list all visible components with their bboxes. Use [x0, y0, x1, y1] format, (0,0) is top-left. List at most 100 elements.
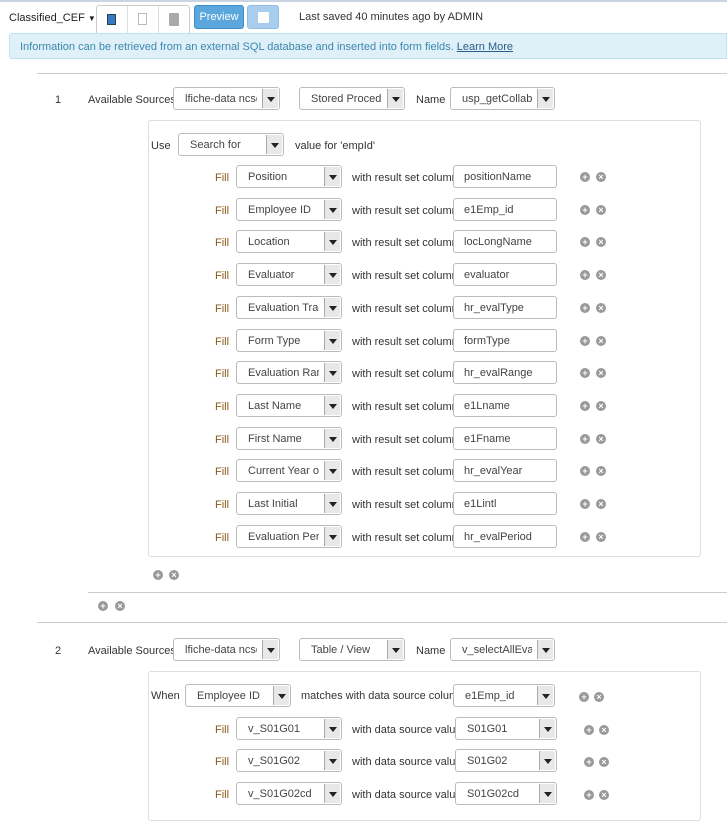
chevron-down-icon — [537, 89, 553, 108]
when-field-select[interactable]: Employee ID — [185, 684, 291, 707]
with-result-label: with result set column — [352, 172, 458, 184]
fill-label: Fill — [215, 368, 230, 381]
add-icon[interactable]: + — [153, 570, 163, 580]
section-1-name-select[interactable]: usp_getCollabGr — [450, 87, 555, 110]
add-icon[interactable]: + — [580, 531, 590, 542]
remove-icon[interactable]: × — [596, 335, 606, 346]
fill-field-select[interactable]: Location — [236, 230, 342, 254]
result-column-input[interactable]: locLongName — [453, 230, 557, 254]
result-column-input[interactable]: hr_evalPeriod — [453, 524, 557, 548]
chevron-down-icon — [324, 526, 340, 546]
remove-icon[interactable]: × — [596, 204, 606, 215]
with-result-label: with result set column — [352, 335, 458, 348]
result-column-input[interactable]: e1Fname — [453, 426, 557, 450]
remove-icon[interactable]: × — [596, 531, 606, 542]
chevron-down-icon — [387, 640, 403, 659]
result-column-input[interactable]: hr_evalType — [453, 295, 557, 319]
add-icon[interactable]: + — [584, 725, 594, 735]
use-label: Use — [151, 140, 171, 152]
remove-icon[interactable]: × — [596, 433, 606, 444]
add-icon[interactable]: + — [580, 433, 590, 444]
with-value-label: with data source value — [352, 788, 462, 801]
fill-field-select[interactable]: Form Type — [236, 328, 342, 352]
add-icon[interactable]: + — [580, 499, 590, 509]
fill-label: Fill — [215, 788, 230, 801]
fill-field-select[interactable]: Employee ID — [236, 197, 342, 221]
remove-icon[interactable]: × — [596, 172, 606, 182]
data-source-value-select[interactable]: S01G02 — [455, 749, 557, 773]
section-2-type-select[interactable]: Table / View — [299, 638, 405, 661]
add-icon[interactable]: + — [579, 692, 589, 702]
result-column-input[interactable]: positionName — [453, 165, 557, 188]
fill-field-select[interactable]: Evaluator — [236, 263, 342, 287]
fill-field-select[interactable]: Current Year on — [236, 459, 342, 483]
chevron-down-icon — [324, 330, 340, 350]
fill-label: Fill — [215, 335, 230, 348]
fill-field-select[interactable]: Evaluation Range — [236, 361, 342, 385]
section-2-source-select[interactable]: lfiche-data ncsd — [173, 638, 280, 661]
remove-icon[interactable]: × — [596, 400, 606, 411]
add-icon[interactable]: + — [580, 335, 590, 346]
save-button[interactable] — [247, 5, 279, 29]
add-icon[interactable]: + — [580, 400, 590, 411]
data-source-value-select[interactable]: S01G02cd — [455, 781, 557, 805]
fill-field-select[interactable]: Last Name — [236, 393, 342, 417]
fill-field-select[interactable]: First Name — [236, 426, 342, 450]
chevron-down-icon — [537, 640, 553, 659]
name-label: Name — [416, 645, 446, 657]
add-icon[interactable]: + — [580, 172, 590, 182]
result-column-input[interactable]: e1Lintl — [453, 492, 557, 515]
remove-icon[interactable]: × — [596, 499, 606, 509]
fill-field-select[interactable]: v_S01G02 — [236, 749, 342, 773]
chevron-down-icon — [324, 719, 340, 738]
result-column-input[interactable]: e1Emp_id — [453, 197, 557, 221]
result-column-input[interactable]: hr_evalRange — [453, 361, 557, 385]
data-source-button[interactable] — [97, 6, 128, 34]
chevron-down-icon — [324, 297, 340, 317]
divider — [37, 73, 727, 74]
fill-field-select[interactable]: v_S01G02cd — [236, 781, 342, 805]
fill-field-select[interactable]: Evaluation Track — [236, 295, 342, 319]
section-1-type-select[interactable]: Stored Procedure — [299, 87, 405, 110]
remove-source-icon[interactable]: × — [115, 601, 125, 611]
chevron-down-icon — [324, 199, 340, 219]
fill-label: Fill — [215, 433, 230, 446]
preview-button[interactable]: Preview — [194, 5, 244, 29]
section-1-source-select[interactable]: lfiche-data ncsd — [173, 87, 280, 110]
form-name-dropdown[interactable]: Classified_CEF ▼ — [9, 12, 96, 24]
chevron-down-icon — [324, 363, 340, 383]
section-2-name-select[interactable]: v_selectAllEvalD — [450, 638, 555, 661]
result-column-input[interactable]: e1Lname — [453, 393, 557, 417]
fill-label: Fill — [215, 724, 230, 736]
caret-down-icon: ▼ — [87, 14, 96, 23]
fill-field-select[interactable]: Position — [236, 165, 342, 188]
when-column-select[interactable]: e1Emp_id — [453, 684, 555, 707]
with-result-label: with result set column — [352, 531, 458, 544]
add-source-icon[interactable]: + — [98, 601, 108, 611]
copy-button[interactable] — [128, 6, 159, 34]
fill-label: Fill — [215, 302, 230, 315]
name-label: Name — [416, 94, 446, 106]
delete-button[interactable] — [159, 6, 190, 34]
chevron-down-icon — [262, 89, 278, 108]
use-select[interactable]: Search for — [178, 133, 284, 156]
fill-field-select[interactable]: Evaluation Period — [236, 524, 342, 548]
learn-more-link[interactable]: Learn More — [457, 41, 513, 53]
add-icon[interactable]: + — [584, 789, 594, 800]
remove-icon[interactable]: × — [596, 302, 606, 313]
add-icon[interactable]: + — [580, 302, 590, 313]
chevron-down-icon — [324, 428, 340, 448]
copy-icon — [138, 13, 147, 25]
data-source-value-select[interactable]: S01G01 — [455, 717, 557, 740]
add-icon[interactable]: + — [580, 204, 590, 215]
remove-icon[interactable]: × — [169, 570, 179, 580]
result-column-input[interactable]: evaluator — [453, 263, 557, 287]
fill-field-select[interactable]: Last Initial — [236, 492, 342, 515]
remove-icon[interactable]: × — [599, 789, 609, 800]
remove-icon[interactable]: × — [594, 692, 604, 702]
chevron-down-icon — [324, 751, 340, 771]
remove-icon[interactable]: × — [599, 725, 609, 735]
fill-field-select[interactable]: v_S01G01 — [236, 717, 342, 740]
result-column-input[interactable]: formType — [453, 328, 557, 352]
result-column-input[interactable]: hr_evalYear — [453, 459, 557, 483]
